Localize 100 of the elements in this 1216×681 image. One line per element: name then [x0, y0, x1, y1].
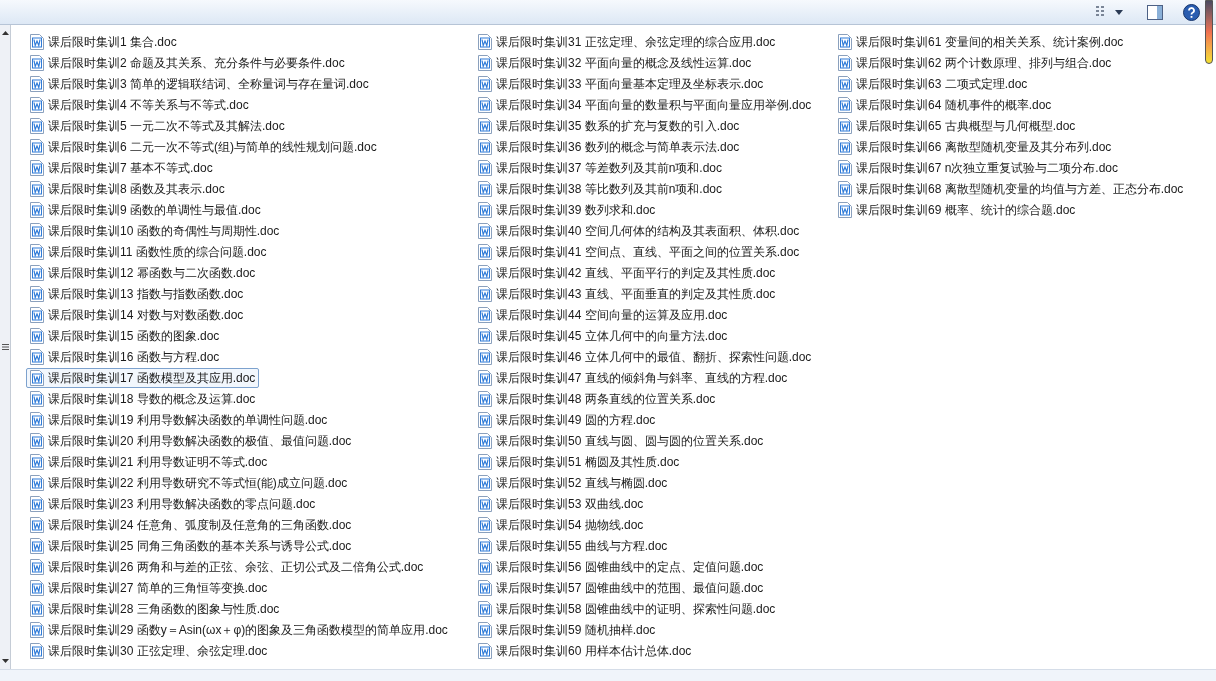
file-item[interactable]: 课后限时集训17 函数模型及其应用.doc — [26, 367, 260, 388]
help-icon[interactable] — [1183, 3, 1200, 21]
word-document-icon — [30, 243, 44, 260]
word-document-icon — [30, 222, 44, 239]
file-item[interactable]: 课后限时集训48 两条直线的位置关系.doc — [474, 388, 720, 409]
file-item[interactable]: 课后限时集训29 函数y＝Asin(ωx＋φ)的图象及三角函数模型的简单应用.doc — [26, 619, 452, 640]
word-document-icon — [478, 201, 492, 218]
file-item[interactable]: 课后限时集训32 平面向量的概念及线性运算.doc — [474, 52, 756, 73]
file-item[interactable]: 课后限时集训52 直线与椭圆.doc — [474, 472, 672, 493]
word-document-icon — [30, 453, 44, 470]
file-item[interactable]: 课后限时集训62 两个计数原理、排列与组合.doc — [834, 52, 1116, 73]
word-document-icon — [30, 327, 44, 344]
file-item[interactable]: 课后限时集训69 概率、统计的综合题.doc — [834, 199, 1080, 220]
file-item[interactable]: 课后限时集训55 曲线与方程.doc — [474, 535, 672, 556]
file-item[interactable]: 课后限时集训54 抛物线.doc — [474, 514, 648, 535]
file-item[interactable]: 课后限时集训26 两角和与差的正弦、余弦、正切公式及二倍角公式.doc — [26, 556, 428, 577]
file-item[interactable]: 课后限时集训13 指数与指数函数.doc — [26, 283, 248, 304]
file-item[interactable]: 课后限时集训66 离散型随机变量及其分布列.doc — [834, 136, 1116, 157]
file-item[interactable]: 课后限时集训7 基本不等式.doc — [26, 157, 217, 178]
file-item[interactable]: 课后限时集训42 直线、平面平行的判定及其性质.doc — [474, 262, 780, 283]
word-document-icon — [30, 516, 44, 533]
file-item[interactable]: 课后限时集训50 直线与圆、圆与圆的位置关系.doc — [474, 430, 768, 451]
file-item[interactable]: 课后限时集训57 圆锥曲线中的范围、最值问题.doc — [474, 577, 768, 598]
file-item[interactable]: 课后限时集训8 函数及其表示.doc — [26, 178, 229, 199]
file-item[interactable]: 课后限时集训60 用样本估计总体.doc — [474, 640, 696, 661]
file-item[interactable]: 课后限时集训25 同角三角函数的基本关系与诱导公式.doc — [26, 535, 356, 556]
scroll-up-icon[interactable] — [1, 31, 9, 35]
file-item[interactable]: 课后限时集训11 函数性质的综合问题.doc — [26, 241, 271, 262]
file-item[interactable]: 课后限时集训36 数列的概念与简单表示法.doc — [474, 136, 744, 157]
file-item[interactable]: 课后限时集训6 二元一次不等式(组)与简单的线性规划问题.doc — [26, 136, 381, 157]
word-document-icon — [30, 474, 44, 491]
file-item[interactable]: 课后限时集训68 离散型随机变量的均值与方差、正态分布.doc — [834, 178, 1188, 199]
file-item[interactable]: 课后限时集训63 二项式定理.doc — [834, 73, 1032, 94]
file-item[interactable]: 课后限时集训16 函数与方程.doc — [26, 346, 224, 367]
splitter-handle-icon[interactable] — [1, 344, 9, 350]
word-document-icon — [30, 138, 44, 155]
preview-pane-icon[interactable] — [1147, 4, 1163, 20]
file-item[interactable]: 课后限时集训27 简单的三角恒等变换.doc — [26, 577, 272, 598]
file-item[interactable]: 课后限时集训65 古典概型与几何概型.doc — [834, 115, 1080, 136]
file-item[interactable]: 课后限时集训31 正弦定理、余弦定理的综合应用.doc — [474, 31, 780, 52]
word-document-icon — [478, 75, 492, 92]
scroll-down-icon[interactable] — [1, 659, 9, 663]
file-item[interactable]: 课后限时集训30 正弦定理、余弦定理.doc — [26, 640, 272, 661]
file-item[interactable]: 课后限时集训53 双曲线.doc — [474, 493, 648, 514]
word-document-icon — [478, 390, 492, 407]
file-item[interactable]: 课后限时集训12 幂函数与二次函数.doc — [26, 262, 260, 283]
file-item[interactable]: 课后限时集训5 一元二次不等式及其解法.doc — [26, 115, 289, 136]
file-item[interactable]: 课后限时集训38 等比数列及其前n项和.doc — [474, 178, 727, 199]
word-document-icon — [478, 369, 492, 386]
file-item[interactable]: 课后限时集训34 平面向量的数量积与平面向量应用举例.doc — [474, 94, 816, 115]
file-item[interactable]: 课后限时集训59 随机抽样.doc — [474, 619, 660, 640]
file-item[interactable]: 课后限时集训23 利用导数解决函数的零点问题.doc — [26, 493, 320, 514]
word-document-icon — [478, 159, 492, 176]
file-item[interactable]: 课后限时集训14 对数与对数函数.doc — [26, 304, 248, 325]
file-item[interactable]: 课后限时集训51 椭圆及其性质.doc — [474, 451, 684, 472]
file-item[interactable]: 课后限时集训24 任意角、弧度制及任意角的三角函数.doc — [26, 514, 356, 535]
word-document-icon — [838, 180, 852, 197]
file-item[interactable]: 课后限时集训1 集合.doc — [26, 31, 181, 52]
file-item[interactable]: 课后限时集训64 随机事件的概率.doc — [834, 94, 1056, 115]
word-document-icon — [478, 495, 492, 512]
word-document-icon — [30, 579, 44, 596]
file-item[interactable]: 课后限时集训35 数系的扩充与复数的引入.doc — [474, 115, 744, 136]
gradient-bar — [1205, 0, 1213, 64]
word-document-icon — [30, 285, 44, 302]
word-document-icon — [478, 285, 492, 302]
word-document-icon — [478, 432, 492, 449]
word-document-icon — [838, 138, 852, 155]
file-item[interactable]: 课后限时集训41 空间点、直线、平面之间的位置关系.doc — [474, 241, 804, 262]
file-item[interactable]: 课后限时集训9 函数的单调性与最值.doc — [26, 199, 265, 220]
dropdown-caret-icon[interactable] — [1115, 9, 1123, 15]
file-item[interactable]: 课后限时集训2 命题及其关系、充分条件与必要条件.doc — [26, 52, 349, 73]
file-item[interactable]: 课后限时集训3 简单的逻辑联结词、全称量词与存在量词.doc — [26, 73, 373, 94]
file-item[interactable]: 课后限时集训33 平面向量基本定理及坐标表示.doc — [474, 73, 768, 94]
file-item[interactable]: 课后限时集训43 直线、平面垂直的判定及其性质.doc — [474, 283, 780, 304]
file-item[interactable]: 课后限时集训20 利用导数解决函数的极值、最值问题.doc — [26, 430, 356, 451]
word-document-icon — [478, 138, 492, 155]
word-document-icon — [30, 495, 44, 512]
word-document-icon — [478, 348, 492, 365]
file-item[interactable]: 课后限时集训22 利用导数研究不等式恒(能)成立问题.doc — [26, 472, 352, 493]
file-item[interactable]: 课后限时集训45 立体几何中的向量方法.doc — [474, 325, 732, 346]
file-item[interactable]: 课后限时集训58 圆锥曲线中的证明、探索性问题.doc — [474, 598, 780, 619]
file-item[interactable]: 课后限时集训10 函数的奇偶性与周期性.doc — [26, 220, 284, 241]
file-item[interactable]: 课后限时集训56 圆锥曲线中的定点、定值问题.doc — [474, 556, 768, 577]
file-item[interactable]: 课后限时集训46 立体几何中的最值、翻折、探索性问题.doc — [474, 346, 816, 367]
file-item[interactable]: 课后限时集训21 利用导数证明不等式.doc — [26, 451, 272, 472]
file-item[interactable]: 课后限时集训18 导数的概念及运算.doc — [26, 388, 260, 409]
file-item[interactable]: 课后限时集训39 数列求和.doc — [474, 199, 660, 220]
word-document-icon — [478, 579, 492, 596]
file-item[interactable]: 课后限时集训28 三角函数的图象与性质.doc — [26, 598, 284, 619]
file-item[interactable]: 课后限时集训40 空间几何体的结构及其表面积、体积.doc — [474, 220, 804, 241]
file-item[interactable]: 课后限时集训47 直线的倾斜角与斜率、直线的方程.doc — [474, 367, 792, 388]
file-item[interactable]: 课后限时集训4 不等关系与不等式.doc — [26, 94, 253, 115]
file-item[interactable]: 课后限时集训49 圆的方程.doc — [474, 409, 660, 430]
file-item[interactable]: 课后限时集训44 空间向量的运算及应用.doc — [474, 304, 732, 325]
word-document-icon — [30, 432, 44, 449]
file-item[interactable]: 课后限时集训15 函数的图象.doc — [26, 325, 224, 346]
file-item[interactable]: 课后限时集训19 利用导数解决函数的单调性问题.doc — [26, 409, 332, 430]
file-item[interactable]: 课后限时集训61 变量间的相关关系、统计案例.doc — [834, 31, 1128, 52]
file-item[interactable]: 课后限时集训37 等差数列及其前n项和.doc — [474, 157, 727, 178]
file-item[interactable]: 课后限时集训67 n次独立重复试验与二项分布.doc — [834, 157, 1123, 178]
